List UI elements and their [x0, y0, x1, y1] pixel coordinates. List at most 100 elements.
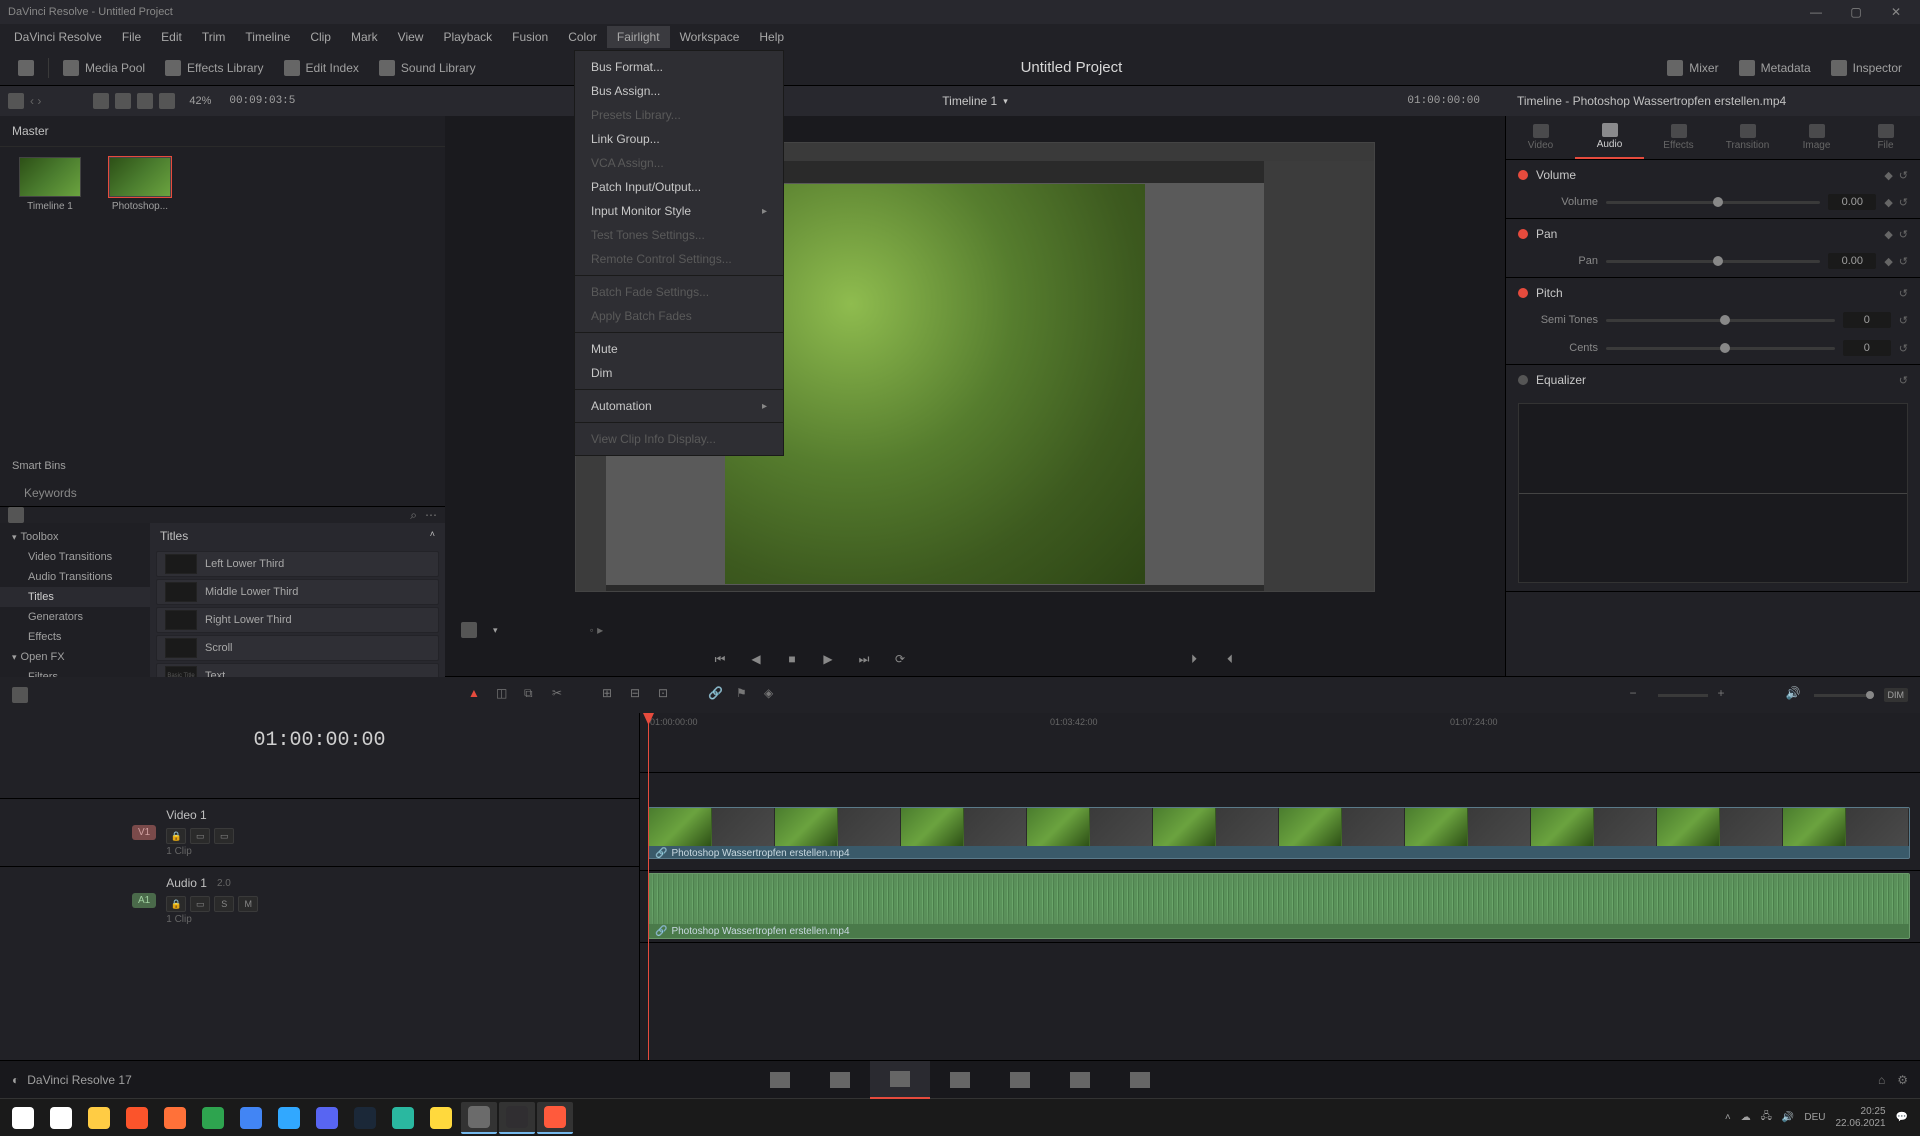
- search-icon[interactable]: ⌕: [410, 508, 417, 523]
- play-button[interactable]: ▶: [819, 650, 837, 668]
- match-frame-icon[interactable]: ◦ ▸: [590, 623, 604, 637]
- zoom-in-icon[interactable]: +: [1718, 686, 1736, 704]
- taskbar-photoshop-icon[interactable]: [271, 1102, 307, 1134]
- metadata-button[interactable]: Metadata: [1729, 56, 1821, 80]
- dim-button[interactable]: DIM: [1884, 688, 1909, 702]
- keyframe-icon[interactable]: ◆: [1884, 196, 1892, 209]
- menu-item-patch-input-output-[interactable]: Patch Input/Output...: [575, 175, 783, 199]
- crop-icon[interactable]: [461, 622, 477, 638]
- pan-value[interactable]: 0.00: [1828, 253, 1876, 269]
- reset-icon[interactable]: ↺: [1899, 255, 1908, 268]
- thumb-view-icon[interactable]: [115, 93, 131, 109]
- effect-item[interactable]: Scroll: [156, 635, 439, 661]
- tree-item[interactable]: Effects: [0, 627, 150, 647]
- menu-fusion[interactable]: Fusion: [502, 26, 558, 48]
- taskbar-chrome-icon[interactable]: [233, 1102, 269, 1134]
- eq-graph[interactable]: [1518, 403, 1908, 583]
- crop-menu-icon[interactable]: ▾: [493, 625, 498, 636]
- prev-edit-button[interactable]: ⏴: [1221, 650, 1239, 668]
- menu-workspace[interactable]: Workspace: [670, 26, 750, 48]
- taskbar-brave-icon[interactable]: [119, 1102, 155, 1134]
- tree-item[interactable]: Titles: [0, 587, 150, 607]
- effects-library-button[interactable]: Effects Library: [155, 56, 273, 80]
- menu-trim[interactable]: Trim: [192, 26, 236, 48]
- volume-slider[interactable]: [1606, 201, 1820, 204]
- taskbar-notes-icon[interactable]: [423, 1102, 459, 1134]
- volume-enable-toggle[interactable]: [1518, 170, 1528, 180]
- inspector-button[interactable]: Inspector: [1821, 56, 1912, 80]
- tray-lang-icon[interactable]: DEU: [1804, 1112, 1825, 1123]
- inspector-tab-effects[interactable]: Effects: [1644, 116, 1713, 159]
- zoom-out-icon[interactable]: −: [1630, 686, 1648, 704]
- menu-view[interactable]: View: [388, 26, 434, 48]
- inspector-tab-audio[interactable]: Audio: [1575, 116, 1644, 159]
- stop-button[interactable]: ■: [783, 650, 801, 668]
- menu-timeline[interactable]: Timeline: [235, 26, 300, 48]
- solo-button[interactable]: S: [214, 896, 234, 912]
- smart-bins-header[interactable]: Smart Bins: [0, 452, 445, 480]
- auto-select-icon[interactable]: ▭: [190, 896, 210, 912]
- lock-icon[interactable]: 🔒: [166, 828, 186, 844]
- reset-icon[interactable]: ↺: [1899, 342, 1908, 355]
- mute-button[interactable]: M: [238, 896, 258, 912]
- system-clock[interactable]: 20:25 22.06.2021: [1835, 1106, 1885, 1130]
- menu-item-dim[interactable]: Dim: [575, 361, 783, 385]
- audio-track-header[interactable]: A1 Audio 1 2.0 🔒 ▭ S M 1 Clip: [0, 866, 639, 934]
- taskbar-firefox-icon[interactable]: [157, 1102, 193, 1134]
- volume-value[interactable]: 0.00: [1828, 194, 1876, 210]
- mute-icon[interactable]: 🔊: [1786, 686, 1804, 704]
- menu-item-mute[interactable]: Mute: [575, 337, 783, 361]
- more-icon[interactable]: ⋯: [425, 508, 437, 522]
- tree-item[interactable]: Generators: [0, 607, 150, 627]
- last-frame-button[interactable]: ⏭: [855, 650, 873, 668]
- edit-index-button[interactable]: Edit Index: [274, 56, 369, 80]
- cents-value[interactable]: 0: [1843, 340, 1891, 356]
- menu-item-input-monitor-style[interactable]: Input Monitor Style▸: [575, 199, 783, 223]
- taskbar-search-icon[interactable]: [43, 1102, 79, 1134]
- reset-icon[interactable]: ↺: [1899, 374, 1908, 387]
- fairlight-dropdown[interactable]: Bus Format...Bus Assign...Presets Librar…: [574, 50, 784, 456]
- tray-onedrive-icon[interactable]: ☁: [1741, 1112, 1751, 1123]
- next-edit-button[interactable]: ⏵: [1185, 650, 1203, 668]
- taskbar-start-icon[interactable]: [5, 1102, 41, 1134]
- tree-group[interactable]: ▾ Open FX: [0, 647, 150, 667]
- flag-tool[interactable]: ⚑: [736, 686, 754, 704]
- monitor-volume-slider[interactable]: [1814, 694, 1874, 697]
- sort-icon[interactable]: [159, 93, 175, 109]
- replace-tool[interactable]: ⊡: [658, 686, 676, 704]
- maximize-button[interactable]: ▢: [1840, 2, 1872, 22]
- taskbar-app1-icon[interactable]: [385, 1102, 421, 1134]
- pan-enable-toggle[interactable]: [1518, 229, 1528, 239]
- timeline-ruler[interactable]: 01:00:00:00 01:03:42:00 01:07:24:00: [640, 713, 1920, 773]
- lock-icon[interactable]: 🔒: [166, 896, 186, 912]
- effect-item[interactable]: Right Lower Third: [156, 607, 439, 633]
- tray-volume-icon[interactable]: 🔊: [1782, 1112, 1794, 1123]
- mixer-button[interactable]: Mixer: [1657, 56, 1728, 80]
- sound-library-button[interactable]: Sound Library: [369, 56, 486, 80]
- inspector-tab-file[interactable]: File: [1851, 116, 1920, 159]
- menu-item-bus-format-[interactable]: Bus Format...: [575, 55, 783, 79]
- inspector-tab-transition[interactable]: Transition: [1713, 116, 1782, 159]
- tree-item[interactable]: Video Transitions: [0, 547, 150, 567]
- close-button[interactable]: ✕: [1880, 2, 1912, 22]
- trim-tool[interactable]: ◫: [496, 686, 514, 704]
- reset-icon[interactable]: ↺: [1899, 287, 1908, 300]
- taskbar-steam-icon[interactable]: [347, 1102, 383, 1134]
- first-frame-button[interactable]: ⏮: [711, 650, 729, 668]
- auto-select-icon[interactable]: ▭: [190, 828, 210, 844]
- taskbar-explorer-icon[interactable]: [81, 1102, 117, 1134]
- menu-file[interactable]: File: [112, 26, 151, 48]
- menu-playback[interactable]: Playback: [433, 26, 502, 48]
- menu-item-bus-assign-[interactable]: Bus Assign...: [575, 79, 783, 103]
- reset-icon[interactable]: ↺: [1899, 228, 1908, 241]
- blade-tool[interactable]: ✂: [552, 686, 570, 704]
- menu-mark[interactable]: Mark: [341, 26, 388, 48]
- cents-slider[interactable]: [1606, 347, 1835, 350]
- inspector-tab-image[interactable]: Image: [1782, 116, 1851, 159]
- video-track-header[interactable]: V1 Video 1 🔒 ▭ ▭ 1 Clip: [0, 798, 639, 866]
- timeline-tracks[interactable]: 01:00:00:00 01:03:42:00 01:07:24:00 🔗Pho…: [640, 713, 1920, 1060]
- zoom-percent[interactable]: 42%: [189, 95, 211, 107]
- menu-item-link-group-[interactable]: Link Group...: [575, 127, 783, 151]
- menu-item-automation[interactable]: Automation▸: [575, 394, 783, 418]
- media-pool-button[interactable]: Media Pool: [53, 56, 155, 80]
